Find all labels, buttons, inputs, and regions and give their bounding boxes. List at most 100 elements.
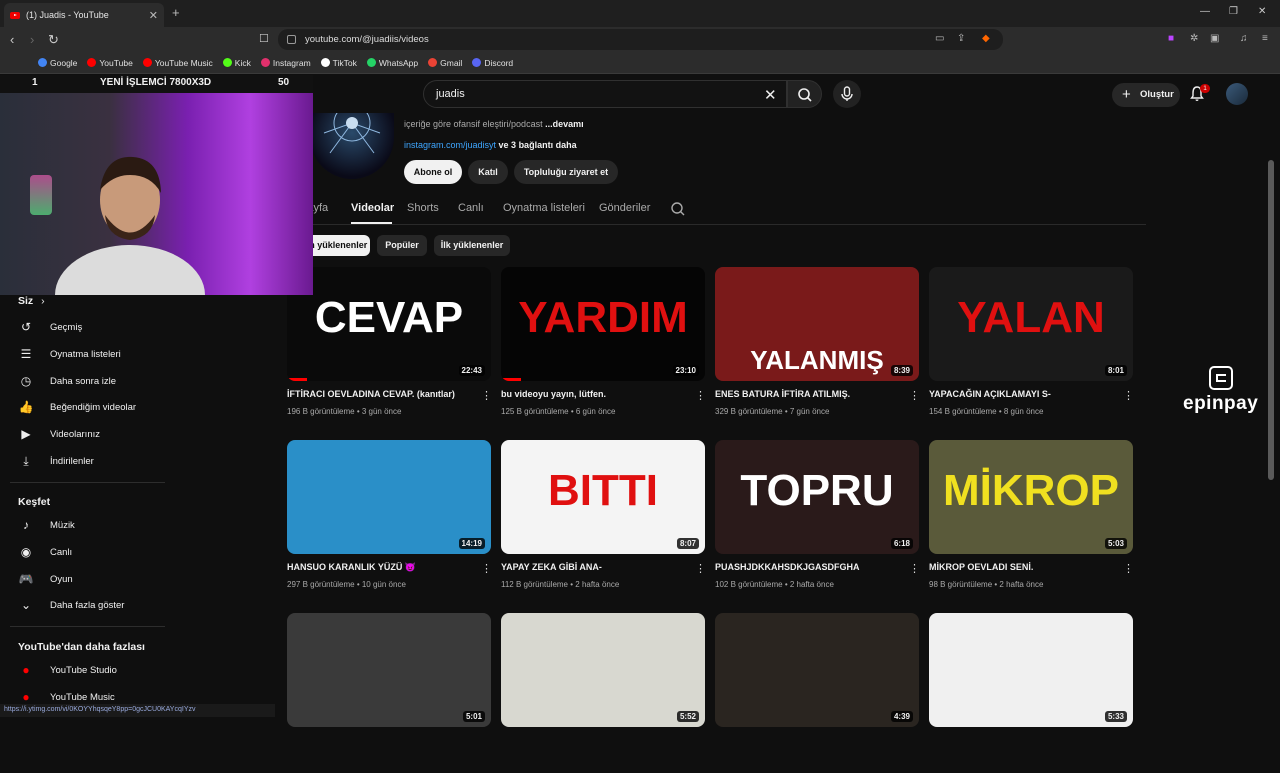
cast-icon[interactable]: ▭ [935, 33, 944, 44]
chip-oldest[interactable]: İlk yüklenenler [434, 235, 510, 256]
video-card[interactable]: CEVAP 22:43 İFTİRACI OEVLADINA CEVAP. (kan… [287, 267, 492, 427]
sidebar-item-music[interactable]: ♪ Müzik [18, 518, 75, 532]
sidebar-item-watch-later[interactable]: ◷ Daha sonra izle [18, 374, 116, 388]
tab-posts[interactable]: Gönderiler [599, 202, 650, 214]
browser-tab[interactable]: (1) Juadis - YouTube ✕ [4, 3, 164, 27]
restore-icon[interactable]: ❐ [1229, 6, 1238, 17]
url-bar[interactable]: youtube.com/@juadiis/videos [278, 29, 1003, 50]
sidebar-item-yt-music[interactable]: ● YouTube Music [18, 690, 114, 704]
close-window-icon[interactable]: ✕ [1258, 6, 1266, 17]
video-card[interactable]: 14:19 HANSUO KARANLIK YÜZÜ 😈 297 B görüntü… [287, 440, 492, 600]
sidebar-item-live[interactable]: ◉ Canlı [18, 545, 72, 559]
video-card[interactable]: YALAN 8:01 YAPACAĞIN AÇIKLAMAYI S- 154 B gö… [929, 267, 1134, 427]
brave-shield-icon[interactable]: ◆ [982, 33, 990, 44]
video-card[interactable]: TOPRU 6:18 PUASHJDKKAHSDKJGASDFGHA 102 B gö… [715, 440, 920, 600]
video-thumbnail[interactable]: YALAN 8:01 [929, 267, 1133, 381]
bookmark-youtube[interactable]: YouTube [87, 58, 133, 68]
video-thumbnail[interactable]: MİKROP 5:03 [929, 440, 1133, 554]
tab-playlists[interactable]: Oynatma listeleri [503, 202, 585, 214]
bookmark-tiktok[interactable]: TikTok [320, 58, 357, 68]
close-tab-icon[interactable]: ✕ [149, 9, 158, 22]
video-title[interactable]: PUASHJDKKAHSDKJGASDFGHA [715, 562, 860, 572]
video-title[interactable]: İFTİRACI OEVLADINA CEVAP. (kanıtlar) [287, 389, 455, 399]
sidebar-item-history[interactable]: ↺ Geçmiş [18, 320, 82, 334]
video-menu-icon[interactable]: ⋮ [481, 562, 492, 575]
video-thumbnail[interactable]: BITTI 8:07 [501, 440, 705, 554]
search-input[interactable]: juadis [423, 80, 787, 108]
sidebar-item-playlists[interactable]: ☰ Oynatma listeleri [18, 347, 121, 361]
video-thumbnail[interactable]: YARDIM 23:10 [501, 267, 705, 381]
video-card[interactable]: YARDIM 23:10 bu videoyu yayın, lütfen. 125 … [501, 267, 706, 427]
page-scrollbar[interactable] [1268, 160, 1274, 480]
share-icon[interactable]: ⇪ [957, 33, 965, 44]
site-info-icon[interactable] [287, 35, 296, 44]
bookmark-discord[interactable]: Discord [472, 58, 513, 68]
video-title[interactable]: HANSUO KARANLIK YÜZÜ 😈 [287, 562, 416, 573]
video-menu-icon[interactable]: ⋮ [1123, 562, 1134, 575]
sidebar-item-liked[interactable]: 👍 Beğendiğim videolar [18, 400, 137, 414]
bookmark-kick[interactable]: Kick [222, 58, 251, 68]
menu-icon[interactable]: ≡ [1262, 33, 1268, 44]
bookmark-icon[interactable]: ☐ [259, 32, 269, 45]
tab-live[interactable]: Canlı [458, 202, 484, 214]
video-thumbnail[interactable]: 5:33 [929, 613, 1133, 727]
bookmark-gmail[interactable]: Gmail [428, 58, 462, 68]
bookmark-youtube-music[interactable]: YouTube Music [142, 58, 213, 68]
sidebar-item-your-videos[interactable]: ▶ Videolarınız [18, 427, 100, 441]
search-button[interactable] [787, 80, 822, 108]
tab-videos[interactable]: Videolar [351, 202, 394, 214]
visit-community-button[interactable]: Topluluğu ziyaret et [514, 160, 618, 184]
tab-shorts[interactable]: Shorts [407, 202, 439, 214]
video-menu-icon[interactable]: ⋮ [695, 389, 706, 402]
video-card[interactable]: 5:33 [929, 613, 1133, 773]
video-card[interactable]: 5:52 [501, 613, 705, 773]
more-links-text[interactable]: ve 3 bağlantı daha [496, 140, 577, 150]
sidebar-show-more[interactable]: ⌄ Daha fazla göster [18, 598, 125, 612]
video-thumbnail[interactable]: TOPRU 6:18 [715, 440, 919, 554]
bookmark-instagram[interactable]: Instagram [260, 58, 311, 68]
sidebar-item-studio[interactable]: ● YouTube Studio [18, 663, 117, 677]
video-thumbnail[interactable]: CEVAP 22:43 [287, 267, 491, 381]
more-link[interactable]: ...devamı [545, 119, 584, 129]
video-title[interactable]: ENES BATURA İFTİRA ATILMIŞ. [715, 389, 850, 399]
media-icon[interactable]: ♫ [1240, 33, 1248, 44]
video-thumbnail[interactable]: YALANMIŞ 8:39 [715, 267, 919, 381]
puzzle-icon[interactable]: ✲ [1190, 33, 1198, 44]
video-thumbnail[interactable]: 4:39 [715, 613, 919, 727]
extension-icon[interactable]: ■ [1168, 33, 1174, 44]
video-menu-icon[interactable]: ⋮ [909, 562, 920, 575]
video-menu-icon[interactable]: ⋮ [1123, 389, 1134, 402]
new-tab-icon[interactable]: + [172, 5, 180, 20]
video-thumbnail[interactable]: 14:19 [287, 440, 491, 554]
join-button[interactable]: Katıl [468, 160, 508, 184]
sidebar-item-gaming[interactable]: 🎮 Oyun [18, 572, 73, 586]
chip-popular[interactable]: Popüler [377, 235, 427, 256]
channel-description[interactable]: içeriğe göre ofansif eleştiri/podcast ..… [404, 119, 584, 129]
channel-search-icon[interactable] [670, 201, 686, 217]
video-title[interactable]: YAPACAĞIN AÇIKLAMAYI S- [929, 389, 1051, 399]
create-button[interactable]: + Oluştur [1112, 83, 1180, 107]
video-thumbnail[interactable]: 5:01 [287, 613, 491, 727]
bookmark-whatsapp[interactable]: WhatsApp [366, 58, 418, 68]
voice-search-button[interactable] [833, 80, 861, 108]
video-card[interactable]: 4:39 [715, 613, 919, 773]
video-thumbnail[interactable]: 5:52 [501, 613, 705, 727]
video-card[interactable]: MİKROP 5:03 MİKROP OEVLADI SENİ. 98 B görün… [929, 440, 1134, 600]
subscribe-button[interactable]: Abone ol [404, 160, 462, 184]
channel-avatar[interactable] [310, 113, 394, 179]
video-card[interactable]: YALANMIŞ 8:39 ENES BATURA İFTİRA ATILMIŞ. 3… [715, 267, 920, 427]
bookmark-google[interactable]: Google [38, 58, 77, 68]
video-title[interactable]: MİKROP OEVLADI SENİ. [929, 562, 1033, 572]
back-icon[interactable]: ‹ [10, 32, 14, 47]
video-title[interactable]: bu videoyu yayın, lütfen. [501, 389, 606, 399]
video-card[interactable]: BITTI 8:07 YAPAY ZEKA GİBİ ANA- 112 B görün… [501, 440, 706, 600]
minimize-icon[interactable]: — [1200, 6, 1210, 17]
video-menu-icon[interactable]: ⋮ [481, 389, 492, 402]
sidebar-you-heading[interactable]: Siz › [18, 295, 45, 307]
video-menu-icon[interactable]: ⋮ [909, 389, 920, 402]
video-title[interactable]: YAPAY ZEKA GİBİ ANA- [501, 562, 602, 572]
sidebar-item-downloads[interactable]: ⤓ İndirilenler [18, 454, 93, 469]
account-avatar[interactable] [1226, 83, 1248, 105]
instagram-link[interactable]: instagram.com/juadisyt [404, 140, 496, 150]
video-menu-icon[interactable]: ⋮ [695, 562, 706, 575]
